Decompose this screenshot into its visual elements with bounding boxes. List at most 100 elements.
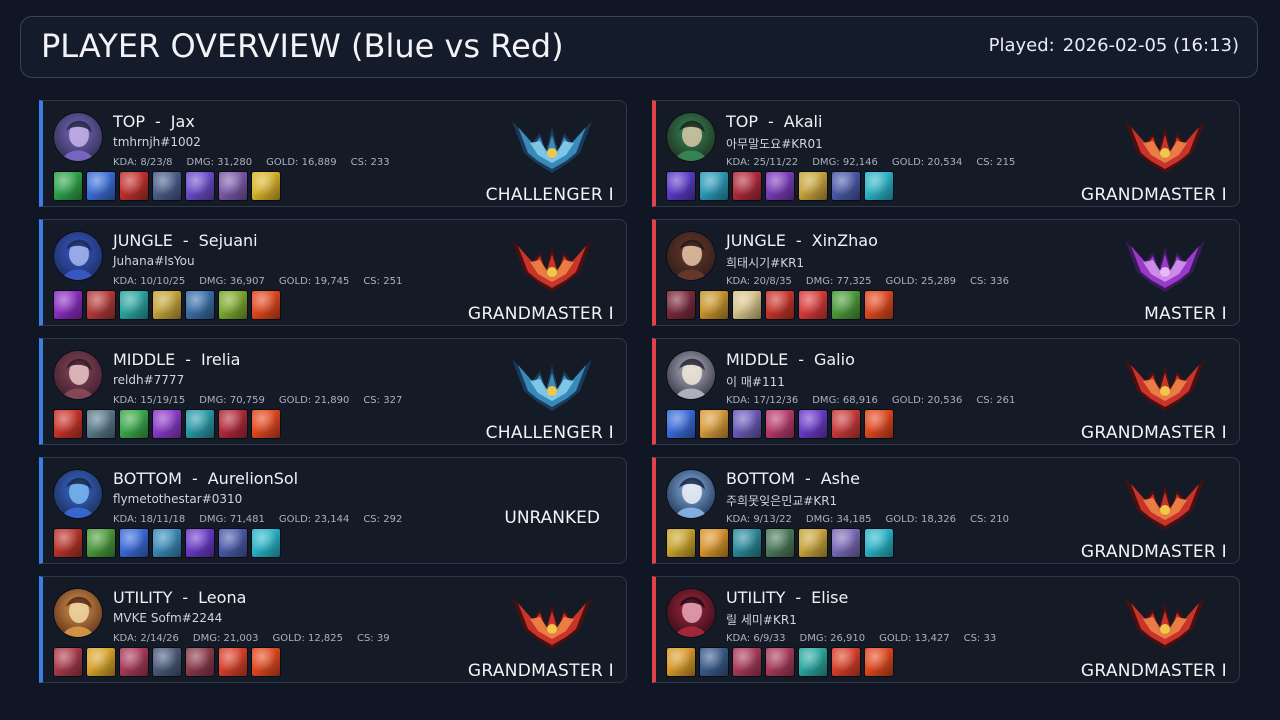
item-icon[interactable] — [798, 647, 828, 677]
dmg-value: 21,003 — [223, 633, 259, 644]
item-icon[interactable] — [699, 647, 729, 677]
item-icon[interactable] — [699, 290, 729, 320]
item-icon[interactable] — [185, 647, 215, 677]
item-icon[interactable] — [218, 647, 248, 677]
rank-label: GRANDMASTER I — [467, 661, 614, 681]
item-icon[interactable] — [831, 171, 861, 201]
item-icon[interactable] — [86, 528, 116, 558]
item-icon[interactable] — [152, 290, 182, 320]
item-icon[interactable] — [831, 409, 861, 439]
item-icon[interactable] — [666, 409, 696, 439]
kda-value: 18/11/18 — [140, 514, 186, 525]
item-icon[interactable] — [251, 528, 281, 558]
player-card-red-middle[interactable]: MIDDLE - Galio 이 매#111 KDA: 17/12/36 DMG: 68,… — [652, 338, 1240, 445]
item-icon[interactable] — [152, 171, 182, 201]
item-icon[interactable] — [86, 290, 116, 320]
item-icon[interactable] — [666, 528, 696, 558]
item-icon[interactable] — [185, 409, 215, 439]
item-icon[interactable] — [218, 290, 248, 320]
item-icon[interactable] — [666, 647, 696, 677]
item-icon[interactable] — [864, 290, 894, 320]
item-icon[interactable] — [831, 647, 861, 677]
cs-stat: CS: 336 — [970, 276, 1009, 287]
item-icon[interactable] — [765, 647, 795, 677]
item-icon[interactable] — [119, 409, 149, 439]
cs-value: 327 — [383, 395, 403, 406]
item-icon[interactable] — [765, 171, 795, 201]
item-icon[interactable] — [732, 290, 762, 320]
item-icon[interactable] — [119, 171, 149, 201]
item-icon[interactable] — [53, 171, 83, 201]
item-icon[interactable] — [251, 647, 281, 677]
item-icon[interactable] — [864, 409, 894, 439]
item-icon[interactable] — [251, 290, 281, 320]
item-icon[interactable] — [185, 171, 215, 201]
dmg-value: 92,146 — [842, 157, 878, 168]
item-icon[interactable] — [732, 171, 762, 201]
item-icon[interactable] — [732, 409, 762, 439]
player-card-red-jungle[interactable]: JUNGLE - XinZhao 희태시기#KR1 KDA: 20/8/35 DMG: 7… — [652, 219, 1240, 326]
item-icon[interactable] — [798, 290, 828, 320]
item-icon[interactable] — [699, 409, 729, 439]
gold-label: GOLD: — [891, 157, 925, 168]
item-icon[interactable] — [119, 528, 149, 558]
item-icon[interactable] — [119, 290, 149, 320]
grandmaster-emblem-icon — [1123, 351, 1207, 415]
player-card-blue-jungle[interactable]: JUNGLE - Sejuani Juhana#IsYou KDA: 10/10/25 D… — [39, 219, 627, 326]
item-icon[interactable] — [798, 528, 828, 558]
item-icon[interactable] — [831, 528, 861, 558]
item-icon[interactable] — [864, 171, 894, 201]
dmg-stat: DMG: 31,280 — [187, 157, 253, 168]
player-card-red-top[interactable]: TOP - Akali 아무말도요#KR01 KDA: 25/11/22 DMG: 92,… — [652, 100, 1240, 207]
item-icon[interactable] — [864, 647, 894, 677]
item-icon[interactable] — [152, 647, 182, 677]
item-icon[interactable] — [699, 171, 729, 201]
item-icon[interactable] — [666, 171, 696, 201]
item-icon[interactable] — [864, 528, 894, 558]
item-icon[interactable] — [218, 528, 248, 558]
item-icon[interactable] — [152, 528, 182, 558]
item-icon[interactable] — [218, 171, 248, 201]
item-icon[interactable] — [831, 290, 861, 320]
item-icon[interactable] — [666, 290, 696, 320]
item-icon[interactable] — [798, 409, 828, 439]
player-card-blue-top[interactable]: TOP - Jax tmhrnjh#1002 KDA: 8/23/8 DMG: 31,28… — [39, 100, 627, 207]
player-card-red-utility[interactable]: UTILITY - Elise 릴 세미#KR1 KDA: 6/9/33 DMG: 26,… — [652, 576, 1240, 683]
item-icon[interactable] — [53, 528, 83, 558]
item-icon[interactable] — [798, 171, 828, 201]
role-label: TOP — [113, 112, 146, 131]
player-card-red-bottom[interactable]: BOTTOM - Ashe 주희못잊은민교#KR1 KDA: 9/13/22 DMG: 3… — [652, 457, 1240, 564]
item-icon[interactable] — [251, 409, 281, 439]
gold-stat: GOLD: 20,534 — [892, 157, 962, 168]
item-icon[interactable] — [732, 528, 762, 558]
item-icon[interactable] — [53, 409, 83, 439]
item-icon[interactable] — [185, 528, 215, 558]
champion-portrait-icon — [666, 350, 716, 400]
item-icon[interactable] — [765, 409, 795, 439]
player-card-blue-middle[interactable]: MIDDLE - Irelia reldh#7777 KDA: 15/19/15 DMG:… — [39, 338, 627, 445]
item-icon[interactable] — [86, 409, 116, 439]
cs-label: CS: — [976, 157, 994, 168]
item-icon[interactable] — [86, 647, 116, 677]
cs-value: 251 — [383, 276, 403, 287]
stats-line: KDA: 6/9/33 DMG: 26,910 GOLD: 13,427 CS: 33 — [726, 633, 1010, 644]
dmg-label: DMG: — [199, 276, 227, 287]
item-icon[interactable] — [765, 528, 795, 558]
item-icon[interactable] — [119, 647, 149, 677]
champion-portrait-icon — [666, 231, 716, 281]
item-icon[interactable] — [251, 171, 281, 201]
dmg-label: DMG: — [812, 157, 840, 168]
item-icon[interactable] — [218, 409, 248, 439]
role-label: UTILITY — [113, 588, 173, 607]
item-icon[interactable] — [152, 409, 182, 439]
item-icon[interactable] — [53, 647, 83, 677]
item-icon[interactable] — [185, 290, 215, 320]
item-icon[interactable] — [765, 290, 795, 320]
item-icon[interactable] — [699, 528, 729, 558]
item-icon[interactable] — [53, 290, 83, 320]
rank-label: CHALLENGER I — [485, 185, 614, 205]
player-card-blue-bottom[interactable]: BOTTOM - AurelionSol flymetothestar#0310 KDA… — [39, 457, 627, 564]
player-card-blue-utility[interactable]: UTILITY - Leona MVKE Sofm#2244 KDA: 2/14/26 D… — [39, 576, 627, 683]
item-icon[interactable] — [732, 647, 762, 677]
item-icon[interactable] — [86, 171, 116, 201]
